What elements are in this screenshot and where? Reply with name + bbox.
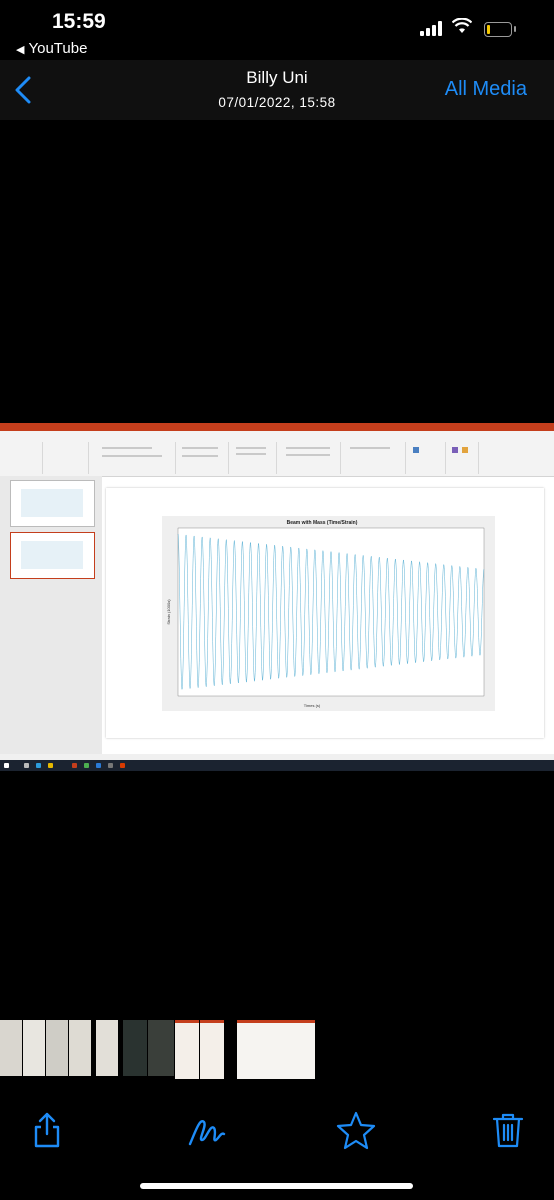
slide-thumbnail-2[interactable] [10,532,95,579]
filmstrip-thumb[interactable] [46,1020,68,1076]
share-button[interactable] [30,1110,70,1150]
chart-title: Beam with Mass (Time/Strain) [287,520,358,526]
markup-icon [188,1120,226,1146]
delete-button[interactable] [490,1110,530,1150]
chart: Beam with Mass (Time/Strain) Times (s) S… [166,520,485,708]
battery-icon [484,22,516,37]
x-axis-label: Times (s) [304,703,321,708]
ppt-title-bar [0,423,554,431]
star-icon [336,1111,376,1150]
all-media-button[interactable]: All Media [445,78,527,101]
signal-icon [420,20,442,36]
back-to-app[interactable]: ◀ YouTube [16,40,87,57]
photo[interactable]: Beam with Mass (Time/Strain) Times (s) S… [0,423,554,771]
chart-plot-area: Beam with Mass (Time/Strain) Times (s) S… [162,516,495,711]
photo-filmstrip[interactable] [0,1020,554,1080]
filmstrip-thumb[interactable] [96,1020,118,1076]
share-icon [34,1112,60,1148]
back-triangle-icon: ◀ [16,44,25,56]
filmstrip-thumb[interactable] [123,1020,147,1076]
filmstrip-thumb[interactable] [148,1020,174,1076]
filmstrip-thumb[interactable] [69,1020,91,1076]
slide-thumbnails [0,476,102,754]
slide-thumbnail-1[interactable] [10,480,95,527]
filmstrip-thumb[interactable] [175,1020,199,1079]
windows-taskbar [0,760,554,771]
trash-icon [492,1113,524,1148]
ppt-ribbon-tabs [0,431,554,439]
filmstrip-thumb-active[interactable] [237,1020,315,1079]
status-time: 15:59 [52,10,106,33]
home-indicator [140,1183,413,1189]
favorite-button[interactable] [336,1110,376,1150]
wifi-icon [451,17,473,39]
ppt-ribbon [0,439,554,477]
slide-canvas: Beam with Mass (Time/Strain) Times (s) S… [106,488,544,738]
markup-button[interactable] [186,1110,226,1150]
y-axis-label: Strain (1000x) [166,599,171,625]
filmstrip-thumb[interactable] [23,1020,45,1076]
back-app-label: YouTube [28,40,88,57]
filmstrip-thumb[interactable] [0,1020,22,1076]
filmstrip-thumb[interactable] [200,1020,224,1079]
navigation-bar: Billy Uni 07/01/2022, 15:58 All Media [0,60,554,120]
